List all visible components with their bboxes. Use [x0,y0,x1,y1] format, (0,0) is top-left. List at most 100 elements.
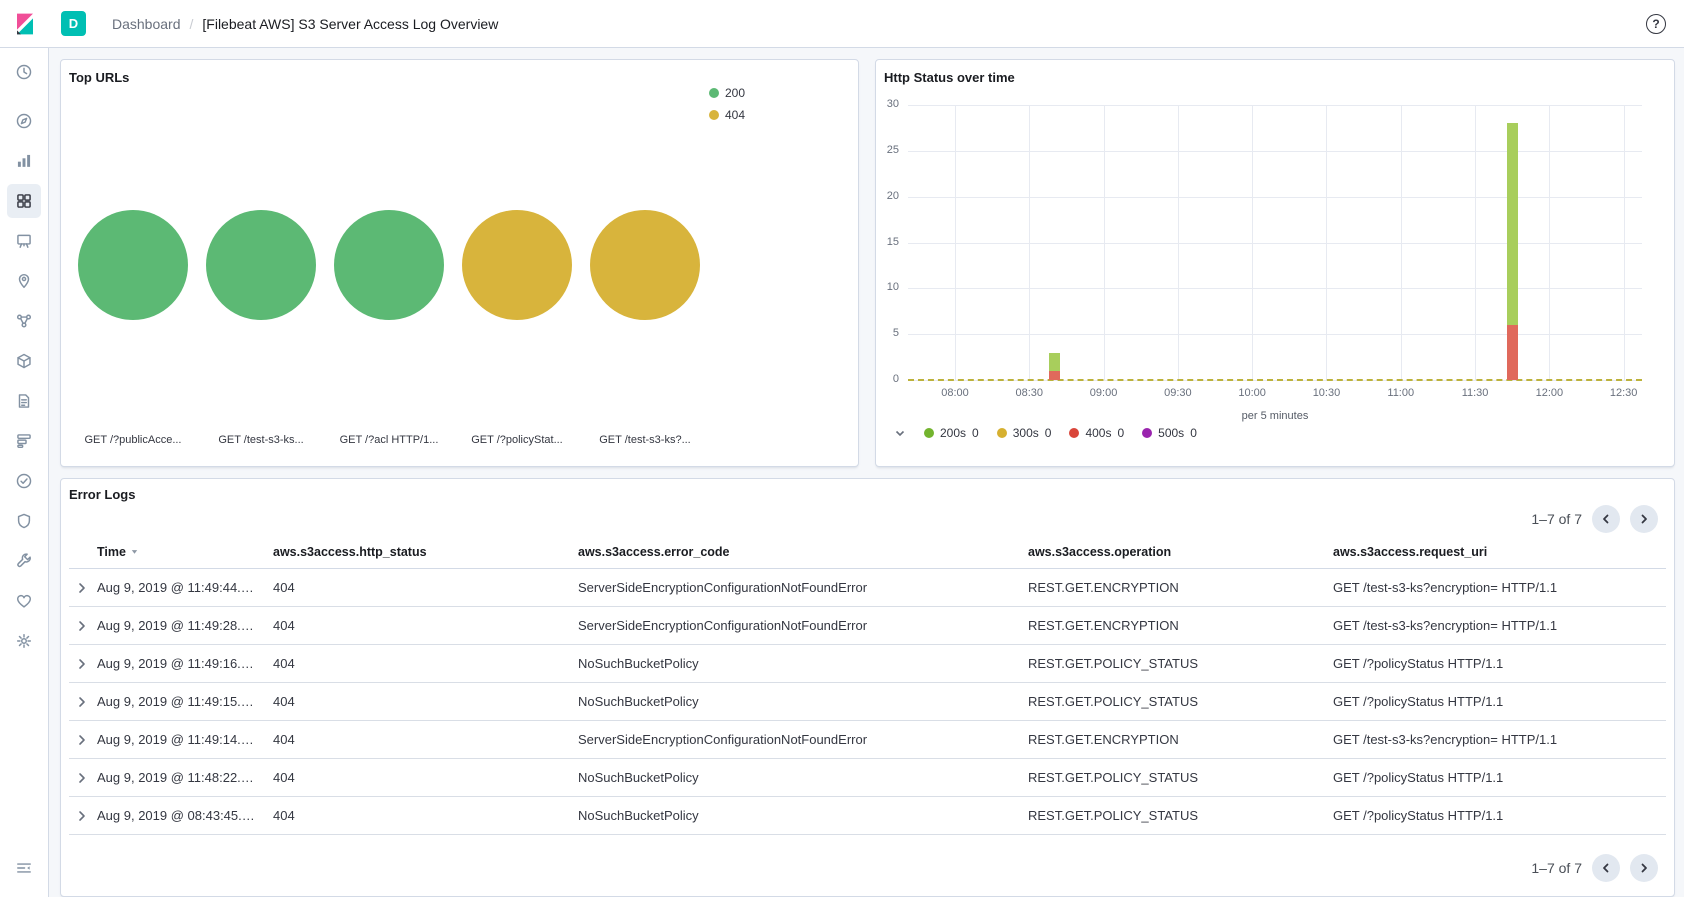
table-row: Aug 9, 2019 @ 11:49:28.000 404 ServerSid… [69,607,1666,645]
table-row: Aug 9, 2019 @ 11:49:15.000 404 NoSuchBuc… [69,683,1666,721]
dashboard-content: Top URLs 200 404 GET /?publicAcce... [49,48,1684,897]
column-header-operation[interactable]: aws.s3access.operation [1022,536,1327,569]
legend-dot-404 [709,110,719,120]
pagination-bottom: 1–7 of 7 [1531,854,1658,882]
prev-page-button[interactable] [1592,505,1620,533]
column-header-error-code[interactable]: aws.s3access.error_code [572,536,1022,569]
left-navigation [0,48,49,897]
logs-icon[interactable] [7,384,41,418]
bubble-group: GET /?policyStat... [453,60,581,466]
bubble-label: GET /?publicAcce... [69,434,197,446]
gridline [1549,105,1550,380]
stacked-bar[interactable] [1049,353,1060,381]
expand-row-icon[interactable] [75,581,89,595]
legend-value: 0 [1190,426,1197,440]
column-header-time[interactable]: Time [91,536,267,569]
legend-dot-200s [924,428,934,438]
cell-request-uri: GET /test-s3-ks?encryption= HTTP/1.1 [1327,607,1666,645]
table-row: Aug 9, 2019 @ 11:49:44.000 404 ServerSid… [69,569,1666,607]
uptime-icon[interactable] [7,464,41,498]
cell-operation: REST.GET.POLICY_STATUS [1022,683,1327,721]
expand-row-icon[interactable] [75,619,89,633]
legend-item-300s[interactable]: 300s 0 [997,426,1052,440]
next-page-button[interactable] [1630,505,1658,533]
cell-operation: REST.GET.ENCRYPTION [1022,569,1327,607]
chevron-down-icon[interactable] [894,427,906,439]
table-row: Aug 9, 2019 @ 11:49:16.000 404 NoSuchBuc… [69,645,1666,683]
legend-dot-500s [1142,428,1152,438]
expander-column-header [69,536,91,569]
legend-item-404[interactable]: 404 [709,108,745,122]
visualize-icon[interactable] [7,144,41,178]
prev-page-button[interactable] [1592,854,1620,882]
gridline [1401,105,1402,380]
collapse-navigation-icon[interactable] [7,851,41,885]
management-icon[interactable] [7,624,41,658]
cell-error-code: ServerSideEncryptionConfigurationNotFoun… [572,569,1022,607]
cell-time: Aug 9, 2019 @ 11:49:16.000 [91,645,267,683]
machine-learning-icon[interactable] [7,304,41,338]
canvas-icon[interactable] [7,224,41,258]
cell-request-uri: GET /?policyStatus HTTP/1.1 [1327,645,1666,683]
space-avatar[interactable]: D [61,11,86,36]
bubble-group: GET /test-s3-ks?... [581,60,709,466]
expand-row-icon[interactable] [75,733,89,747]
gridline [1475,105,1476,380]
pagination-top: 1–7 of 7 [1531,505,1658,533]
x-axis-tick: 12:30 [1610,387,1638,399]
dev-tools-icon[interactable] [7,544,41,578]
maps-icon[interactable] [7,264,41,298]
expand-row-icon[interactable] [75,695,89,709]
legend-dot-200 [709,88,719,98]
expand-row-icon[interactable] [75,657,89,671]
cell-request-uri: GET /test-s3-ks?encryption= HTTP/1.1 [1327,721,1666,759]
gridline [1326,105,1327,380]
legend-item-500s[interactable]: 500s 0 [1142,426,1197,440]
help-icon[interactable]: ? [1646,14,1666,34]
breadcrumb-dashboard[interactable]: Dashboard [112,16,181,32]
sort-descending-icon [130,545,139,559]
gridline [955,105,956,380]
bubble-mark[interactable] [206,210,316,320]
expand-row-icon[interactable] [75,771,89,785]
panel-title-error-logs: Error Logs [69,487,1666,502]
y-axis-tick: 20 [873,190,899,202]
cell-request-uri: GET /test-s3-ks?encryption= HTTP/1.1 [1327,569,1666,607]
bubble-mark[interactable] [334,210,444,320]
bubble-mark[interactable] [462,210,572,320]
siem-icon[interactable] [7,504,41,538]
kibana-logo-icon[interactable] [0,12,49,36]
expand-row-icon[interactable] [75,809,89,823]
column-header-request-uri[interactable]: aws.s3access.request_uri [1327,536,1666,569]
legend-item-400s[interactable]: 400s 0 [1069,426,1124,440]
gridline [908,151,1642,152]
breadcrumb: Dashboard / [Filebeat AWS] S3 Server Acc… [112,16,498,32]
legend-value: 0 [972,426,979,440]
x-axis-tick: 08:30 [1016,387,1044,399]
x-axis-tick: 11:30 [1462,387,1489,399]
infrastructure-icon[interactable] [7,344,41,378]
column-header-http-status[interactable]: aws.s3access.http_status [267,536,572,569]
http-status-legend: 200s 0 300s 0 400s 0 50 [894,426,1197,440]
bar-segment-400s [1049,371,1060,380]
bubble-mark[interactable] [590,210,700,320]
table-row: Aug 9, 2019 @ 08:43:45.000 404 NoSuchBuc… [69,797,1666,835]
bubble-mark[interactable] [78,210,188,320]
bubble-label: GET /?policyStat... [453,434,581,446]
dashboard-icon[interactable] [7,184,41,218]
legend-item-200s[interactable]: 200s 0 [924,426,979,440]
legend-value: 0 [1117,426,1124,440]
stacked-bar[interactable] [1507,123,1518,380]
legend-item-200[interactable]: 200 [709,86,745,100]
discover-icon[interactable] [7,104,41,138]
cell-error-code: ServerSideEncryptionConfigurationNotFoun… [572,721,1022,759]
legend-label: 200s [940,426,966,440]
gridline [908,334,1642,335]
recently-viewed-icon[interactable] [7,55,41,89]
apm-icon[interactable] [7,424,41,458]
stack-monitoring-icon[interactable] [7,584,41,618]
next-page-button[interactable] [1630,854,1658,882]
top-bar: D Dashboard / [Filebeat AWS] S3 Server A… [0,0,1684,48]
bubble-label: GET /test-s3-ks?... [581,434,709,446]
breadcrumb-separator: / [190,16,194,32]
